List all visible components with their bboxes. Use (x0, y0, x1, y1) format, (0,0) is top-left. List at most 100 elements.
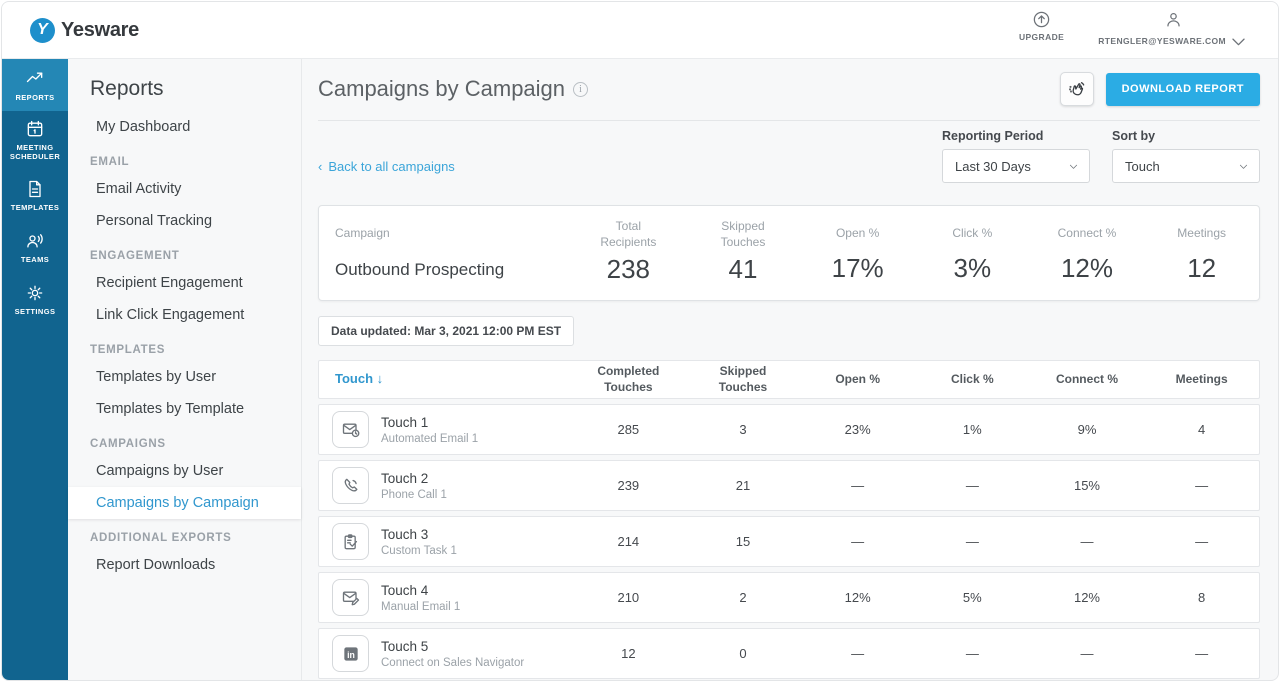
rail-label: REPORTS (15, 92, 55, 102)
top-bar: Y Yesware UPGRADE RTENGLER@YESWARE.COM (2, 2, 1278, 59)
sidebar-section-campaigns: CAMPAIGNS (90, 438, 166, 450)
reporting-period-value: Last 30 Days (955, 158, 1031, 174)
cell-open-pct: 12% (844, 590, 871, 606)
reporting-period-label: Reporting Period (942, 129, 1044, 143)
rail-item-meeting-scheduler[interactable]: MEETING SCHEDULER (2, 111, 68, 169)
sidebar-item-templates-by-template[interactable]: Templates by Template (68, 393, 301, 425)
phone-call-icon (332, 467, 369, 505)
cell-completed-touches: 214 (617, 534, 640, 550)
table-row: Touch 2 Phone Call 1 239 21 — — 15% — (318, 460, 1260, 512)
cell-meetings: — (1195, 646, 1209, 662)
sidebar-item-personal-tracking[interactable]: Personal Tracking (68, 205, 301, 237)
touch-subtitle: Phone Call 1 (381, 488, 447, 501)
sidebar-item-recipient-engagement[interactable]: Recipient Engagement (68, 267, 301, 299)
sidebar-item-campaigns-by-user[interactable]: Campaigns by User (68, 455, 301, 487)
table-row: Touch 1 Automated Email 1 285 3 23% 1% 9… (318, 404, 1260, 456)
data-updated-badge: Data updated: Mar 3, 2021 12:00 PM EST (318, 316, 575, 347)
yesware-logo: Y Yesware (30, 17, 139, 43)
column-header-touch-sort[interactable]: Touch ↓ (319, 371, 571, 388)
cell-completed-touches: 210 (617, 590, 640, 606)
cell-open-pct: — (851, 534, 865, 550)
svg-text:in: in (347, 649, 355, 659)
column-header-connect-pct: Connect % (1055, 371, 1118, 386)
sidebar-item-email-activity[interactable]: Email Activity (68, 173, 301, 205)
reports-sidebar: Reports My Dashboard EMAIL Email Activit… (68, 59, 302, 680)
info-icon[interactable]: i (573, 81, 589, 97)
automated-email-icon (332, 411, 369, 449)
calendar-icon (27, 120, 43, 137)
touch-subtitle: Connect on Sales Navigator (381, 656, 525, 669)
rail-item-teams[interactable]: TEAMS (2, 221, 68, 273)
back-link-label: Back to all campaigns (328, 159, 455, 174)
rail-label: MEETING SCHEDULER (9, 143, 61, 162)
campaign-name: Outbound Prospecting (335, 260, 505, 279)
yesware-logo-icon: Y (30, 17, 55, 43)
sidebar-item-campaigns-by-campaign[interactable]: Campaigns by Campaign (68, 487, 301, 519)
rail-item-settings[interactable]: SETTINGS (2, 273, 68, 325)
cell-completed-touches: 239 (617, 478, 640, 494)
touch-title: Touch 1 (381, 414, 429, 430)
rail-item-templates[interactable]: TEMPLATES (2, 169, 68, 221)
chevron-down-icon (1069, 164, 1078, 169)
cell-connect-pct: 9% (1077, 422, 1097, 438)
walkthrough-button[interactable] (1059, 72, 1094, 106)
sidebar-section-email: EMAIL (90, 156, 130, 168)
manual-email-icon (332, 579, 369, 617)
chevron-down-icon (1239, 164, 1248, 169)
primary-nav-rail: REPORTS MEETING SCHEDULER TEMPLATES TEAM… (2, 59, 68, 680)
summary-open-pct: 17% (831, 253, 884, 283)
cell-click-pct: — (965, 534, 979, 550)
cell-skipped-touches: 2 (739, 590, 747, 606)
cell-skipped-touches: 15 (735, 534, 751, 550)
cell-completed-touches: 12 (621, 646, 636, 662)
summary-header-open-pct: Open % (835, 226, 880, 241)
cell-meetings: — (1195, 478, 1209, 494)
summary-click-pct: 3% (953, 253, 992, 283)
cell-click-pct: 1% (962, 422, 982, 438)
campaign-summary-card: Campaign Outbound Prospecting Total Reci… (318, 205, 1260, 302)
sidebar-item-templates-by-user[interactable]: Templates by User (68, 361, 301, 393)
page-header: Campaigns by Campaign i DOWNLOAD REPORT (318, 59, 1260, 121)
upgrade-label: UPGRADE (1018, 31, 1065, 42)
reporting-period-select[interactable]: Last 30 Days (942, 149, 1090, 183)
cell-connect-pct: — (1080, 534, 1094, 550)
cell-connect-pct: — (1080, 646, 1094, 662)
account-email: RTENGLER@YESWARE.COM (1098, 36, 1226, 46)
cell-meetings: 4 (1198, 422, 1206, 438)
top-actions: UPGRADE RTENGLER@YESWARE.COM (1019, 10, 1248, 51)
account-menu[interactable]: RTENGLER@YESWARE.COM (1098, 10, 1248, 51)
gear-icon (27, 285, 43, 300)
cell-skipped-touches: 21 (735, 478, 751, 494)
teams-people-icon (27, 233, 43, 248)
summary-header-total-recipients: Total Recipients (600, 219, 657, 249)
sidebar-section-templates: TEMPLATES (90, 344, 166, 356)
sidebar-item-my-dashboard[interactable]: My Dashboard (68, 111, 301, 143)
table-row: Touch 3 Custom Task 1 214 15 — — — — (318, 516, 1260, 568)
sidebar-section-engagement: ENGAGEMENT (90, 250, 180, 262)
sidebar-item-report-downloads[interactable]: Report Downloads (68, 549, 301, 581)
touches-table: Touch ↓ Completed Touches Skipped Touche… (318, 360, 1260, 680)
rail-item-reports[interactable]: REPORTS (2, 59, 68, 111)
reports-chart-icon (26, 72, 43, 82)
summary-header-connect-pct: Connect % (1057, 226, 1117, 241)
cell-skipped-touches: 0 (739, 646, 747, 662)
upgrade-button[interactable]: UPGRADE (1019, 10, 1064, 51)
cell-click-pct: 5% (962, 590, 982, 606)
touch-subtitle: Manual Email 1 (381, 600, 461, 613)
custom-task-icon (332, 523, 369, 561)
sort-column-label: Touch (335, 371, 374, 387)
column-header-open-pct: Open % (835, 371, 880, 386)
sidebar-item-link-click-engagement[interactable]: Link Click Engagement (68, 299, 301, 331)
upgrade-arrow-icon (1033, 11, 1050, 27)
download-report-button[interactable]: DOWNLOAD REPORT (1105, 72, 1260, 106)
cell-connect-pct: 12% (1073, 590, 1100, 606)
sort-by-select[interactable]: Touch (1112, 149, 1260, 183)
rail-label: SETTINGS (14, 306, 56, 316)
cell-click-pct: — (965, 478, 979, 494)
cell-completed-touches: 285 (617, 422, 640, 438)
cell-open-pct: 23% (844, 422, 871, 438)
cell-connect-pct: 15% (1073, 478, 1100, 494)
cell-meetings: 8 (1198, 590, 1206, 606)
cell-skipped-touches: 3 (739, 422, 747, 438)
back-to-campaigns-link[interactable]: ‹ Back to all campaigns (318, 159, 455, 174)
